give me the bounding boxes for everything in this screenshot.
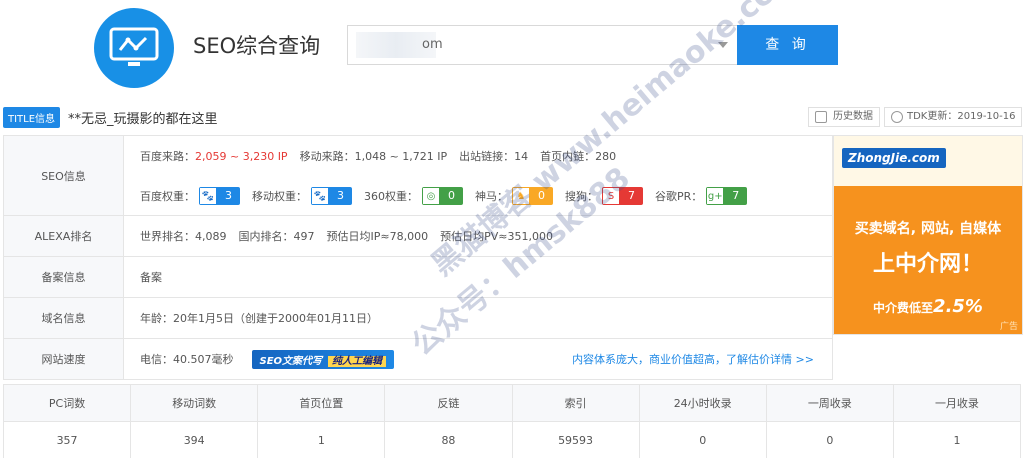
- domestic-rank-value: 497: [293, 229, 315, 243]
- promo-link[interactable]: 内容体系庞大，商业价值超高，了解估价详情 >>: [572, 351, 814, 367]
- domain-row: 域名信息 年龄： 20年1月5日（创建于2000年01月11日）: [4, 298, 832, 339]
- mobile-source-value[interactable]: 1,048 ~ 1,721 IP: [355, 150, 448, 163]
- horse-icon: ♞: [512, 187, 530, 205]
- alexa-label: ALEXA排名: [4, 216, 124, 256]
- history-button-label: 历史数据: [833, 111, 873, 122]
- promo-badge[interactable]: SEO文案代写 纯人工编辑: [251, 349, 395, 369]
- ad-line3: 中介费低至2.5%: [873, 296, 983, 317]
- ad-banner[interactable]: ZhongJie.com 买卖域名, 网站, 自媒体 上中介网！ 中介费低至2.…: [833, 135, 1023, 335]
- search-button[interactable]: 查 询: [737, 25, 838, 65]
- site-logo[interactable]: [94, 8, 174, 88]
- search-input[interactable]: om: [347, 25, 737, 65]
- stats-value[interactable]: 88: [385, 422, 513, 458]
- tdk-update[interactable]: TDK更新：2019-10-16: [884, 107, 1023, 127]
- 360-icon: ◎: [422, 187, 440, 205]
- stats-header: 24小时收录: [640, 385, 767, 421]
- sogou-label: 搜狗：: [565, 190, 598, 203]
- domestic-rank-label: 国内排名：: [238, 230, 294, 243]
- page-title: **无忌_玩摄影的都在这里: [68, 112, 218, 127]
- paw-icon: 🐾: [311, 187, 329, 205]
- ad-line1: 买卖域名, 网站, 自媒体: [854, 221, 1002, 237]
- outlinks-value[interactable]: 14: [514, 150, 528, 163]
- refresh-icon: [891, 111, 903, 123]
- stats-header: PC词数: [4, 385, 132, 421]
- shenma-label: 神马：: [475, 190, 508, 203]
- title-tag: TITLE信息: [3, 107, 61, 128]
- history-icon: [815, 111, 827, 123]
- history-button[interactable]: 历史数据: [808, 107, 880, 127]
- ad-tag: 广告: [999, 322, 1018, 332]
- stats-header: 索引: [513, 385, 640, 421]
- homepage-inlinks-label: 首页内链：: [540, 150, 596, 163]
- world-rank-label: 世界排名：: [140, 230, 195, 243]
- mobile-source-label: 移动来路：: [299, 150, 355, 163]
- site-title: SEO综合查询: [193, 34, 321, 58]
- sogou-icon: S: [602, 187, 620, 205]
- icp-label: 备案信息: [4, 257, 124, 297]
- icp-text: 备案: [140, 271, 162, 284]
- homepage-inlinks-value[interactable]: 280: [595, 150, 616, 163]
- mobile-weight-label: 移动权重：: [252, 190, 307, 203]
- sogou-badge[interactable]: S 7: [602, 187, 643, 205]
- daily-pv-value: 351,000: [507, 229, 553, 243]
- speed-row: 网站速度 电信： 40.507毫秒 SEO文案代写 纯人工编辑 内容体系庞大，商业…: [4, 339, 832, 379]
- stats-header: 一周收录: [767, 385, 894, 421]
- ad-line2: 上中介网！: [872, 252, 983, 277]
- tdk-update-label: TDK更新：2019-10-16: [907, 111, 1016, 122]
- ad-brand: ZhongJie.com: [842, 148, 946, 168]
- stats-table: PC词数 移动词数 首页位置 反链 索引 24小时收录 一周收录 一月收录 35…: [3, 384, 1021, 458]
- chevron-down-icon[interactable]: [718, 42, 728, 48]
- info-table: SEO信息 百度来路： 2,059 ~ 3,230 IP 移动来路： 1,048…: [3, 135, 833, 380]
- weight-360-badge[interactable]: ◎ 0: [422, 187, 463, 205]
- stats-header-row: PC词数 移动词数 首页位置 反链 索引 24小时收录 一周收录 一月收录: [4, 385, 1020, 422]
- alexa-row: ALEXA排名 世界排名： 4,089 国内排名： 497 预估日均IP≈ 78…: [4, 216, 832, 257]
- baidu-weight-label: 百度权重：: [140, 190, 195, 203]
- daily-pv-label: 预估日均PV≈: [440, 230, 508, 243]
- baidu-weight-badge[interactable]: 🐾 3: [199, 187, 240, 205]
- google-pr-badge[interactable]: g+ 7: [706, 187, 748, 205]
- shenma-badge[interactable]: ♞ 0: [512, 187, 553, 205]
- outlinks-label: 出站链接：: [459, 150, 515, 163]
- age-value: 20年1月5日（创建于2000年01月11日）: [173, 312, 378, 325]
- daily-ip-label: 预估日均IP≈: [326, 230, 390, 243]
- search-bar: om 查 询: [347, 25, 838, 65]
- baidu-source-value[interactable]: 2,059 ~ 3,230 IP: [195, 150, 288, 163]
- age-label: 年龄：: [140, 312, 173, 325]
- telecom-label: 电信：: [140, 353, 173, 366]
- stats-value: 1: [953, 434, 961, 447]
- seo-row: SEO信息 百度来路： 2,059 ~ 3,230 IP 移动来路： 1,048…: [4, 136, 832, 216]
- icp-row: 备案信息 备案: [4, 257, 832, 298]
- google-plus-icon: g+: [706, 187, 725, 205]
- stats-header: 首页位置: [258, 385, 386, 421]
- baidu-source-label: 百度来路：: [140, 150, 195, 163]
- daily-ip-value: 78,000: [389, 229, 429, 243]
- stats-value-row: 357 394 1 88 59593 0 0 1: [4, 422, 1020, 458]
- mobile-weight-badge[interactable]: 🐾 3: [311, 187, 352, 205]
- search-input-value: om: [422, 37, 443, 52]
- telecom-value: 40.507毫秒: [173, 353, 234, 366]
- seo-label: SEO信息: [4, 136, 124, 215]
- world-rank-value: 4,089: [195, 229, 227, 243]
- monitor-chart-icon: [109, 27, 159, 66]
- speed-label: 网站速度: [4, 339, 124, 379]
- stats-value: 0: [767, 422, 894, 458]
- google-pr-label: 谷歌PR：: [655, 190, 703, 203]
- stats-value[interactable]: 357: [4, 422, 132, 458]
- stats-value: 0: [640, 422, 767, 458]
- domain-label: 域名信息: [4, 298, 124, 338]
- stats-value[interactable]: 59593: [513, 422, 640, 458]
- stats-header: 一月收录: [934, 397, 979, 410]
- paw-icon: 🐾: [199, 187, 217, 205]
- weight-360-label: 360权重：: [364, 190, 418, 203]
- stats-header: 移动词数: [131, 385, 259, 421]
- stats-value: 1: [258, 422, 386, 458]
- stats-value[interactable]: 394: [131, 422, 259, 458]
- stats-header: 反链: [385, 385, 513, 421]
